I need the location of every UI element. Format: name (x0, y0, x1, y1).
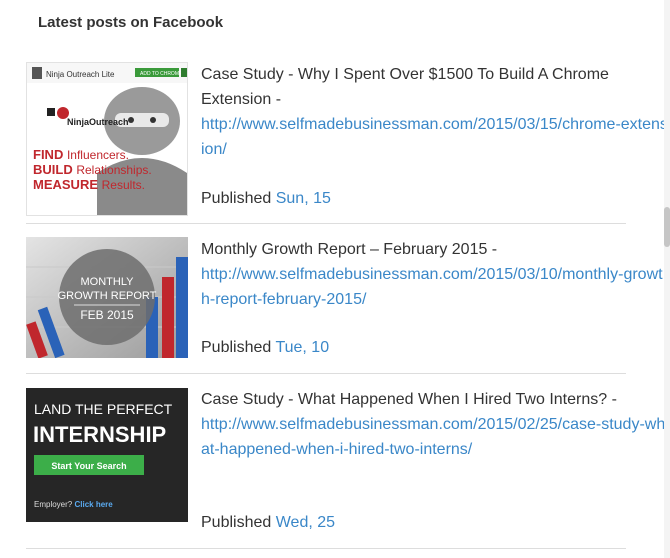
published-line: Published Sun, 15 (201, 189, 331, 209)
feb-2015-text: FEB 2015 (80, 308, 134, 322)
relationships-text: Relationships. (76, 163, 151, 177)
published-date[interactable]: Wed, 25 (276, 514, 335, 531)
post-title: Monthly Growth Report – February 2015 - (201, 241, 498, 258)
post-link[interactable]: http://www.selfmadebusinessman.com/2015/… (201, 112, 670, 162)
ninja-outreach-image: Ninja Outreach Lite ADD TO CHROME NinjaO… (27, 63, 187, 215)
land-text: LAND THE PERFECT (34, 401, 173, 417)
published-line: Published Tue, 10 (201, 338, 329, 358)
measure-text: MEASURE (33, 177, 98, 192)
find-text: FIND (33, 147, 63, 162)
published-line: Published Wed, 25 (201, 513, 335, 533)
svg-text:MEASURE Results.: MEASURE Results. (33, 177, 145, 192)
svg-text:FIND Influencers.: FIND Influencers. (33, 147, 129, 162)
svg-text:BUILD Relationships.: BUILD Relationships. (33, 162, 152, 177)
growth-report-text: GROWTH REPORT (58, 290, 157, 302)
post-link[interactable]: http://www.selfmadebusinessman.com/2015/… (201, 262, 670, 312)
svg-text:Employer? Click here: Employer? Click here (34, 500, 113, 509)
internship-text: INTERNSHIP (33, 422, 166, 447)
scrollbar-thumb[interactable] (664, 207, 670, 247)
published-label: Published (201, 190, 272, 207)
post-thumbnail[interactable]: MONTHLY GROWTH REPORT FEB 2015 (26, 237, 188, 358)
employer-text: Employer? (34, 500, 73, 509)
post-thumbnail[interactable]: Ninja Outreach Lite ADD TO CHROME NinjaO… (26, 62, 188, 216)
cta-small-text: ADD TO CHROME (140, 71, 183, 77)
post-text: Case Study - What Happened When I Hired … (201, 387, 670, 462)
divider (26, 548, 626, 549)
post-item: MONTHLY GROWTH REPORT FEB 2015 Monthly G… (26, 237, 663, 362)
post-title: Case Study - Why I Spent Over $1500 To B… (201, 66, 609, 108)
published-label: Published (201, 514, 272, 531)
post-item: LAND THE PERFECT INTERNSHIP Start Your S… (26, 387, 665, 531)
brand-small-text: Ninja Outreach Lite (46, 70, 115, 79)
post-link[interactable]: http://www.selfmadebusinessman.com/2015/… (201, 412, 670, 462)
brand-text: NinjaOutreach (67, 117, 129, 127)
section-heading: Latest posts on Facebook (38, 14, 224, 31)
monthly-text: MONTHLY (81, 276, 135, 288)
post-item: Ninja Outreach Lite ADD TO CHROME NinjaO… (26, 62, 668, 222)
click-here-text: Click here (74, 500, 113, 509)
influencers-text: Influencers. (67, 148, 129, 162)
published-date[interactable]: Tue, 10 (275, 339, 329, 356)
post-thumbnail[interactable]: LAND THE PERFECT INTERNSHIP Start Your S… (26, 388, 188, 522)
build-text: BUILD (33, 162, 73, 177)
divider (26, 373, 626, 374)
internship-image: LAND THE PERFECT INTERNSHIP Start Your S… (26, 388, 188, 522)
start-search-text: Start Your Search (51, 461, 126, 471)
post-text: Case Study - Why I Spent Over $1500 To B… (201, 62, 670, 162)
growth-report-image: MONTHLY GROWTH REPORT FEB 2015 (26, 237, 188, 358)
published-label: Published (201, 339, 272, 356)
post-text: Monthly Growth Report – February 2015 - … (201, 237, 670, 312)
scrollbar-track[interactable] (664, 0, 670, 558)
divider (26, 223, 626, 224)
post-title: Case Study - What Happened When I Hired … (201, 391, 617, 408)
published-date[interactable]: Sun, 15 (276, 190, 331, 207)
results-text: Results. (102, 178, 145, 192)
